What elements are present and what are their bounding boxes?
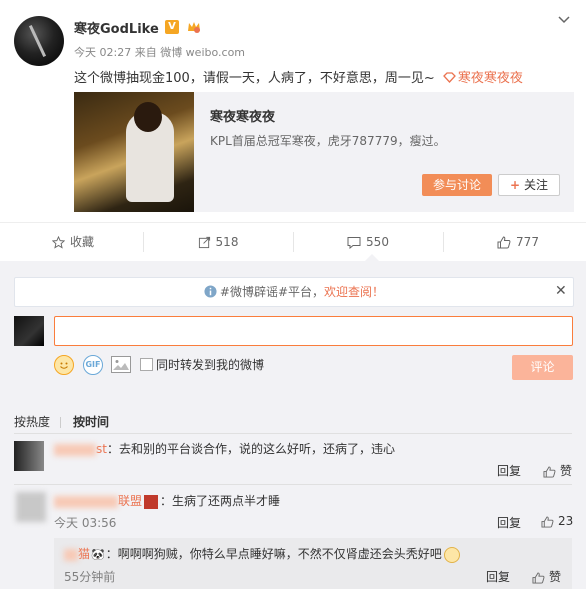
notice-text: #微博辟谣#平台，	[219, 285, 325, 299]
comment-count: 550	[366, 235, 389, 249]
emoji-icon	[443, 546, 460, 563]
replier-name[interactable]: 猫	[78, 547, 90, 561]
commenter-name-blur	[54, 443, 96, 456]
comment-item: 联盟 ：生病了还两点半才睡	[54, 492, 280, 509]
comment-like-label: 赞	[560, 464, 573, 478]
post-meta: 今天 02:27 来自 微博 weibo.com	[74, 46, 246, 59]
reply-button[interactable]: 回复	[486, 568, 510, 585]
commenter-name[interactable]: 联盟	[118, 494, 142, 508]
forward-label: 同时转发到我的微博	[156, 358, 265, 372]
commenter-name[interactable]: st	[96, 442, 107, 456]
commenter-avatar[interactable]	[14, 441, 44, 471]
verified-badge-icon: V	[165, 20, 179, 34]
image-icon[interactable]	[111, 356, 131, 373]
comment-like-count: 23	[558, 514, 574, 528]
gif-icon[interactable]: GIF	[83, 355, 103, 375]
reply-text: ：啊啊啊狗贼，你特么早点睡好嘛，不然不仅肾虚还会头秃好吧	[105, 547, 442, 561]
emoji-icon[interactable]	[54, 355, 74, 375]
sort-by-hot[interactable]: 按热度	[14, 415, 50, 429]
reply-like-button[interactable]: 赞	[532, 568, 561, 585]
like-button[interactable]: 777	[445, 223, 586, 261]
divider	[14, 433, 572, 434]
join-discussion-button[interactable]: 参与讨论	[422, 174, 492, 196]
panel-caret	[365, 254, 379, 261]
comment-item: st：去和别的平台谈合作，说的这么好听，还病了，违心	[54, 440, 395, 457]
level-badge-icon	[144, 494, 159, 509]
info-icon	[204, 285, 217, 298]
comment-text: ：生病了还两点半才睡	[160, 494, 281, 508]
commenter-name-blur	[54, 495, 118, 508]
author-name[interactable]: 寒夜GodLike	[74, 18, 159, 37]
follow-label: 关注	[523, 178, 548, 192]
comment-icon	[347, 237, 361, 250]
action-bar: 收藏 518 550 777	[0, 223, 586, 261]
replier-name-blur	[64, 548, 78, 561]
author-avatar[interactable]	[14, 16, 64, 66]
forward-checkbox[interactable]	[140, 358, 153, 371]
favorite-button[interactable]: 收藏	[0, 223, 146, 261]
favorite-label: 收藏	[69, 235, 94, 249]
sort-by-time[interactable]: 按时间	[73, 415, 109, 429]
notice-bar: #微博辟谣#平台，欢迎查阅！	[14, 277, 574, 307]
comment-input[interactable]	[54, 316, 573, 346]
topic-label[interactable]: 寒夜寒夜夜	[458, 71, 523, 86]
panda-icon: 🐼	[91, 548, 105, 561]
topic-card-desc: KPL首届总冠军寒夜，虎牙787779，瘦过。	[210, 134, 446, 148]
topic-card[interactable]: 寒夜寒夜夜 KPL首届总冠军寒夜，虎牙787779，瘦过。 参与讨论 + 关注	[74, 92, 574, 212]
submit-comment-button[interactable]: 评论	[512, 355, 573, 380]
topic-link[interactable]: 寒夜寒夜夜	[439, 71, 523, 86]
topic-card-title[interactable]: 寒夜寒夜夜	[210, 106, 275, 125]
reply-button[interactable]: 回复	[497, 462, 521, 479]
reply-button[interactable]: 回复	[497, 514, 521, 531]
thumbs-up-icon	[532, 571, 545, 584]
topic-icon	[442, 72, 456, 83]
post-body: 这个微博抽现金100，请假一天，人病了，不好意思，周一见~	[74, 71, 435, 86]
follow-button[interactable]: + 关注	[498, 174, 560, 196]
sort-tabs: 按热度 按时间	[14, 413, 109, 430]
like-count: 777	[516, 235, 539, 249]
member-crown-icon	[186, 19, 202, 35]
repost-count: 518	[215, 235, 239, 249]
thumbs-up-icon	[543, 465, 556, 478]
notice-link[interactable]: 欢迎查阅！	[324, 285, 384, 299]
reply-like-label: 赞	[549, 570, 562, 584]
reply-item: 猫🐼：啊啊啊狗贼，你特么早点睡好嘛，不然不仅肾虚还会头秃好吧	[64, 545, 460, 563]
commenter-avatar[interactable]	[16, 492, 46, 522]
close-icon[interactable]: ✕	[555, 283, 567, 299]
comment-like-button[interactable]: 赞	[543, 462, 572, 479]
comment-time: 今天 03:56	[54, 516, 117, 530]
comment-like-button[interactable]: 23	[541, 514, 573, 528]
repost-button[interactable]: 518	[145, 223, 291, 261]
thumbs-up-icon	[541, 515, 554, 528]
star-icon	[51, 235, 66, 249]
chevron-down-icon[interactable]	[558, 12, 570, 28]
topic-card-image	[74, 92, 194, 212]
thumbs-up-icon	[497, 236, 511, 249]
reply-time: 55分钟前	[64, 570, 116, 584]
comment-text: ：去和别的平台谈合作，说的这么好听，还病了，违心	[106, 442, 395, 456]
divider	[14, 484, 572, 485]
my-avatar	[14, 316, 44, 346]
repost-icon	[198, 236, 210, 249]
post-text: 这个微博抽现金100，请假一天，人病了，不好意思，周一见~ 寒夜寒夜夜	[74, 67, 523, 86]
